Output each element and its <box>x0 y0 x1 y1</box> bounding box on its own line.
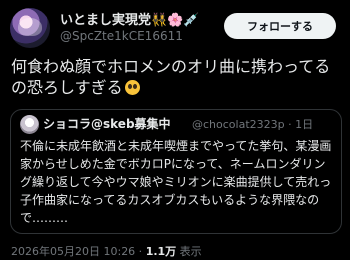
post-body: 何食わぬ顔でホロメンのオリ曲に携わってるの恐ろしすぎる <box>11 56 341 98</box>
post-meta: 2026年05月20日 10:26 · 1.1万 表示 <box>11 243 202 259</box>
view-count-label: 表示 <box>176 245 202 258</box>
view-count: 1.1万 <box>145 245 177 258</box>
quoted-post-text: 不倫に未成年飲酒と未成年喫煙までやってた挙句、某漫画家からせしめた金でボカロPに… <box>20 139 332 225</box>
pleading-face-emoji-icon <box>124 80 140 95</box>
quoted-author-handle-time: @chocolat2323p · 1日 <box>192 118 314 131</box>
quoted-author-display-name: ショコラ@skeb募集中 <box>43 117 171 131</box>
author-handle[interactable]: @SpcZte1kCE16611 <box>60 29 183 43</box>
post-timestamp[interactable]: 2026年05月20日 10:26 · <box>11 245 146 258</box>
follow-button[interactable]: フォローする <box>224 13 336 39</box>
quoted-post-card[interactable]: ショコラ@skeb募集中 @chocolat2323p · 1日 不倫に未成年飲… <box>10 109 342 234</box>
post-text: 何食わぬ顔でホロメンのオリ曲に携わってるの恐ろしすぎる <box>11 57 331 97</box>
author-avatar[interactable] <box>10 8 50 48</box>
post-header: いとまし実現党👯‍♀️🌸💉 @SpcZte1kCE16611 フォローする <box>0 0 350 52</box>
quoted-author-avatar <box>20 115 39 134</box>
author-display-name[interactable]: いとまし実現党👯‍♀️🌸💉 <box>60 9 200 28</box>
